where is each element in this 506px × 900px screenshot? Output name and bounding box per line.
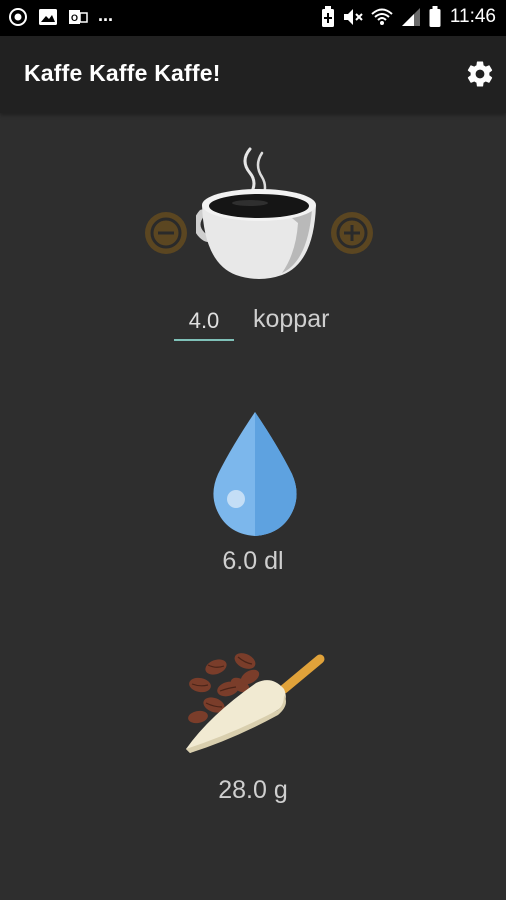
status-time: 11:46 — [449, 6, 496, 27]
app-title: Kaffe Kaffe Kaffe! — [24, 60, 221, 86]
main-content: koppar 6.0 dl 28. — [0, 113, 506, 900]
outlook-icon: O — [69, 10, 88, 24]
cups-row: koppar — [0, 299, 506, 349]
svg-text:O: O — [71, 13, 78, 23]
gear-icon — [467, 61, 493, 87]
coffee-scoop-icon — [186, 653, 325, 753]
minus-icon — [150, 217, 182, 249]
settings-button[interactable] — [462, 56, 498, 92]
status-overflow: ... — [98, 5, 114, 25]
battery-saver-icon — [321, 6, 334, 27]
notification-icon — [9, 8, 27, 26]
signal-icon — [401, 8, 420, 26]
battery-icon — [429, 6, 441, 27]
app-bar: Kaffe Kaffe Kaffe! — [0, 36, 506, 113]
increase-cups-button[interactable] — [331, 212, 373, 254]
water-value: 6.0 dl — [222, 547, 284, 575]
water-drop-icon — [213, 412, 297, 536]
cups-unit-label: koppar — [253, 305, 330, 333]
coffee-cup-icon — [196, 147, 316, 279]
decrease-cups-button[interactable] — [145, 212, 187, 254]
mute-icon — [343, 9, 363, 25]
wifi-icon — [371, 8, 393, 25]
cups-input[interactable] — [174, 303, 234, 341]
plus-icon — [336, 217, 368, 249]
image-icon — [39, 9, 57, 25]
coffee-value: 28.0 g — [218, 776, 288, 804]
status-left-icons: O ... — [8, 5, 114, 27]
status-right-icons: 11:46 — [321, 6, 496, 28]
status-bar: O ... 11:46 — [0, 0, 506, 36]
